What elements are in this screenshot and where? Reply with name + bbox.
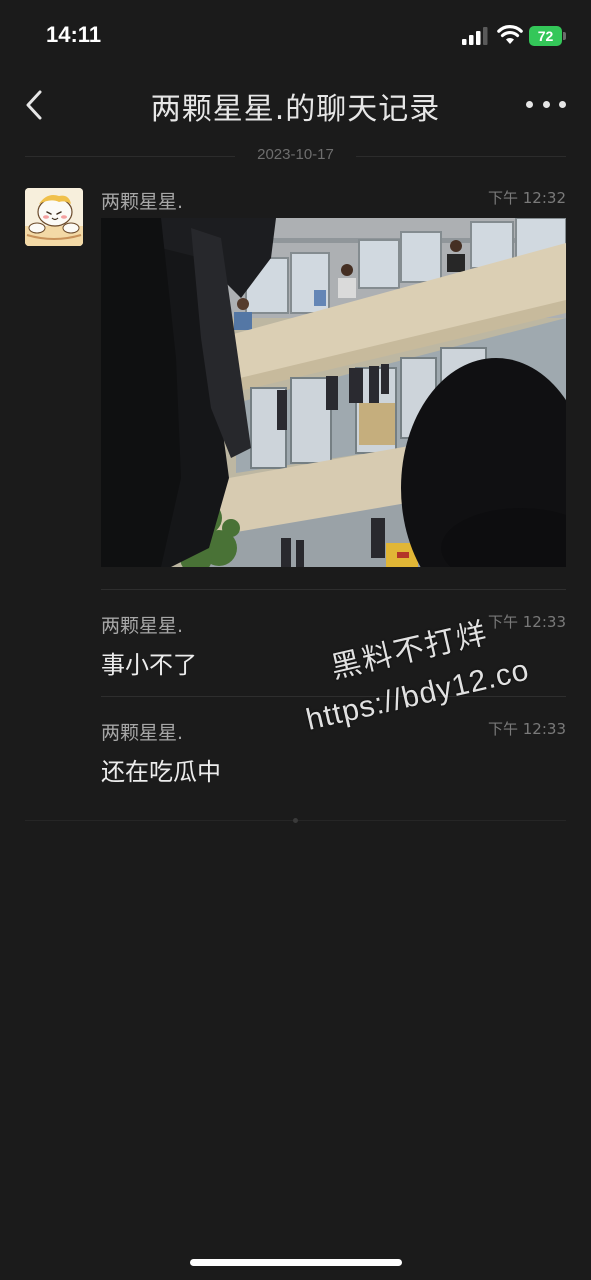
message-item: 两颗星星. 下午 12:32 — [101, 187, 566, 569]
message-divider — [101, 696, 566, 697]
page-title: 两颗星星.的聊天记录 — [150, 92, 441, 127]
sender-name: 两颗星星. — [101, 191, 184, 213]
message-time: 下午 12:33 — [488, 720, 566, 738]
message-text[interactable]: 事小不了 — [101, 645, 197, 680]
message-photo[interactable] — [101, 218, 566, 567]
wifi-icon — [497, 25, 523, 44]
divider-line — [356, 156, 566, 157]
battery-cap — [563, 32, 566, 40]
signal-icon — [462, 27, 488, 45]
battery-icon: 72 — [529, 26, 566, 46]
status-bar: 14:11 72 — [0, 0, 591, 72]
nav-header: 两颗星星.的聊天记录 — [0, 72, 591, 138]
chevron-left-icon — [26, 90, 42, 120]
sender-name: 两颗星星. — [101, 722, 184, 744]
back-button[interactable] — [20, 86, 50, 124]
photo-building-balconies — [101, 218, 566, 567]
home-indicator[interactable] — [190, 1259, 402, 1266]
message-time: 下午 12:33 — [488, 613, 566, 631]
status-time: 14:11 — [46, 22, 102, 47]
message-time: 下午 12:32 — [488, 189, 566, 207]
sender-name: 两颗星星. — [101, 615, 184, 637]
avatar[interactable] — [25, 188, 83, 246]
more-dot — [542, 100, 550, 108]
more-dot — [559, 100, 566, 108]
message-text[interactable]: 还在吃瓜中 — [101, 752, 221, 787]
message-item: 两颗星星. 下午 12:33 事小不了 — [101, 611, 566, 681]
message-divider — [101, 589, 566, 590]
more-button[interactable] — [526, 94, 566, 114]
end-dot — [293, 818, 298, 823]
avatar-cartoon-image — [25, 188, 83, 246]
more-dot — [526, 100, 533, 108]
battery-level: 72 — [529, 26, 562, 46]
message-item: 两颗星星. 下午 12:33 还在吃瓜中 — [101, 718, 566, 788]
date-separator: 2023-10-17 — [25, 146, 566, 168]
date-label: 2023-10-17 — [257, 146, 334, 163]
